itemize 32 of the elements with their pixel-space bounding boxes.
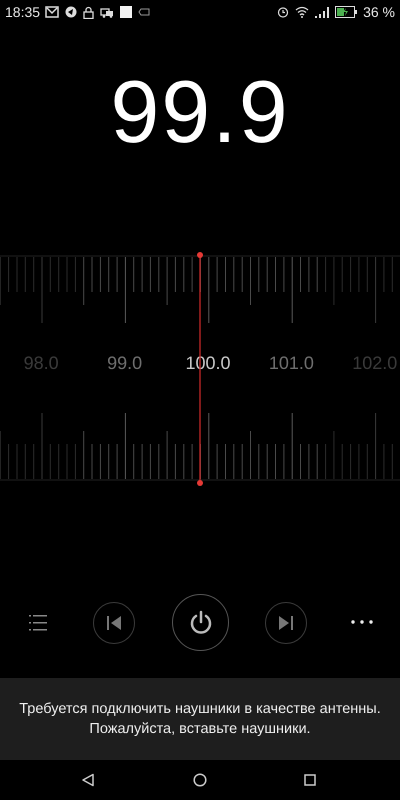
home-icon [193,773,207,787]
tag-icon [138,8,150,16]
recents-icon [304,774,316,786]
back-button[interactable] [81,773,95,787]
alarm-clock-icon [277,6,290,18]
dial-frequency-label: 98.0 [24,352,59,375]
previous-station-button[interactable] [93,602,135,644]
list-button[interactable] [27,614,49,632]
recents-button[interactable] [304,774,316,786]
skip-previous-icon [106,615,122,631]
battery-icon [335,6,358,18]
signal-icon [315,6,330,18]
dial-frequency-label: 101.0 [268,352,314,375]
toast-line: Требуется подключить наушники в качестве антенны. [19,700,381,719]
power-button[interactable] [172,594,229,651]
status-time: 18:35 [5,2,40,22]
battery-percent: 36 % [363,2,395,22]
list-icon [28,614,48,632]
back-icon [81,773,95,787]
more-icon [351,620,373,624]
skip-next-icon [278,615,294,631]
wifi-icon [295,6,310,18]
car-icon [100,6,114,18]
toast-line: Пожалуйста, вставьте наушники. [89,720,311,739]
lock-icon [83,6,94,18]
next-station-button[interactable] [265,602,307,644]
mail-icon [45,6,60,18]
dial-frequency-label: 99.0 [107,352,142,375]
home-button[interactable] [193,773,207,787]
dial-frequency-label: 102.0 [352,352,398,375]
frequency-display: 99.9 [110,68,290,156]
square-icon [120,6,132,18]
